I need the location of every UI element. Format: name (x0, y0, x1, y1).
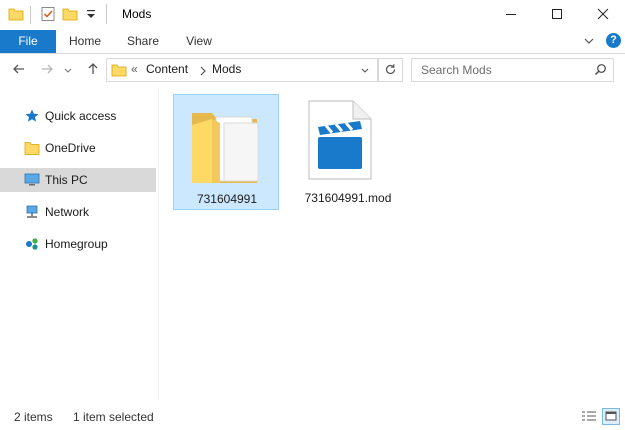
folder-icon (24, 142, 40, 155)
breadcrumb-item-content[interactable]: Content (146, 62, 188, 76)
minimize-button[interactable] (488, 0, 534, 28)
sidebar-item-quick-access[interactable]: Quick access (0, 104, 156, 128)
help-icon: ? (610, 34, 617, 46)
arrow-right-icon (42, 64, 53, 74)
maximize-icon (552, 9, 562, 19)
search-input[interactable]: Search Mods (411, 58, 614, 82)
chevron-down-icon (361, 68, 369, 73)
close-icon (597, 8, 609, 20)
item-count: 2 items (14, 410, 53, 424)
forward-button[interactable] (38, 62, 56, 80)
new-folder-icon[interactable] (62, 6, 78, 22)
ribbon-tabs: File Home Share View ? (0, 30, 625, 54)
large-icons-view-button[interactable] (602, 408, 620, 425)
selection-status: 1 item selected (73, 410, 154, 424)
back-button[interactable] (10, 62, 28, 80)
chevron-down-icon (64, 68, 72, 73)
address-history-dropdown[interactable] (360, 65, 370, 79)
breadcrumb-separator-icon[interactable] (199, 65, 207, 79)
sidebar-item-onedrive[interactable]: OneDrive (0, 136, 156, 160)
close-button[interactable] (580, 0, 625, 28)
details-view-icon (582, 411, 596, 421)
breadcrumb-item-mods[interactable]: Mods (212, 62, 241, 76)
arrow-up-icon (88, 63, 98, 74)
search-icon[interactable] (594, 63, 607, 76)
folder-icon (111, 64, 127, 77)
tab-view[interactable]: View (176, 30, 222, 53)
star-icon (25, 109, 39, 122)
help-button[interactable]: ? (606, 33, 621, 48)
arrow-left-icon (13, 64, 24, 74)
video-file-icon (308, 100, 372, 180)
pane-splitter[interactable] (158, 88, 159, 400)
minimize-icon (506, 14, 516, 15)
chevron-down-icon (584, 38, 594, 44)
status-bar: 2 items 1 item selected (0, 404, 625, 430)
details-view-button[interactable] (580, 408, 598, 425)
toolbar-separator (106, 4, 107, 24)
recent-locations-button[interactable] (62, 62, 74, 80)
refresh-icon (385, 64, 396, 75)
file-name: 731604991 (196, 192, 258, 206)
file-item-mod[interactable]: 731604991.mod (295, 94, 401, 210)
window-title: Mods (122, 7, 152, 21)
sidebar-item-this-pc[interactable]: This PC (0, 168, 156, 192)
search-placeholder: Search Mods (421, 63, 492, 77)
customize-toolbar-dropdown-icon[interactable] (83, 7, 99, 23)
refresh-button[interactable] (378, 58, 403, 82)
navigation-pane: Quick access OneDrive This PC Network Ho… (0, 96, 158, 396)
file-item-folder[interactable]: 731604991 (173, 94, 279, 210)
title-bar: Mods (0, 0, 625, 30)
folder-icon (192, 113, 259, 183)
maximize-button[interactable] (534, 0, 580, 28)
properties-icon[interactable] (40, 6, 56, 22)
toolbar-separator (30, 6, 31, 24)
sidebar-item-homegroup[interactable]: Homegroup (0, 232, 156, 256)
tab-share[interactable]: Share (120, 30, 166, 53)
address-row: « Content Mods Search Mods (0, 54, 625, 88)
sidebar-item-label: Homegroup (45, 237, 108, 251)
sidebar-item-label: Network (45, 205, 90, 219)
sidebar-item-network[interactable]: Network (0, 200, 156, 224)
sidebar-item-label: OneDrive (45, 141, 96, 155)
sidebar-item-label: This PC (45, 173, 88, 187)
file-name: 731604991.mod (304, 191, 392, 205)
up-button[interactable] (84, 62, 102, 80)
computer-icon (24, 173, 40, 186)
folder-icon[interactable] (8, 6, 24, 22)
homegroup-icon (26, 238, 38, 250)
large-icons-view-icon (605, 411, 617, 421)
network-icon (26, 205, 38, 218)
address-bar[interactable]: « Content Mods (106, 58, 378, 82)
tab-home[interactable]: Home (62, 30, 108, 53)
breadcrumb-overflow[interactable]: « (131, 62, 138, 76)
expand-ribbon-button[interactable] (583, 35, 595, 47)
sidebar-item-label: Quick access (45, 109, 117, 123)
tab-file[interactable]: File (0, 30, 56, 53)
